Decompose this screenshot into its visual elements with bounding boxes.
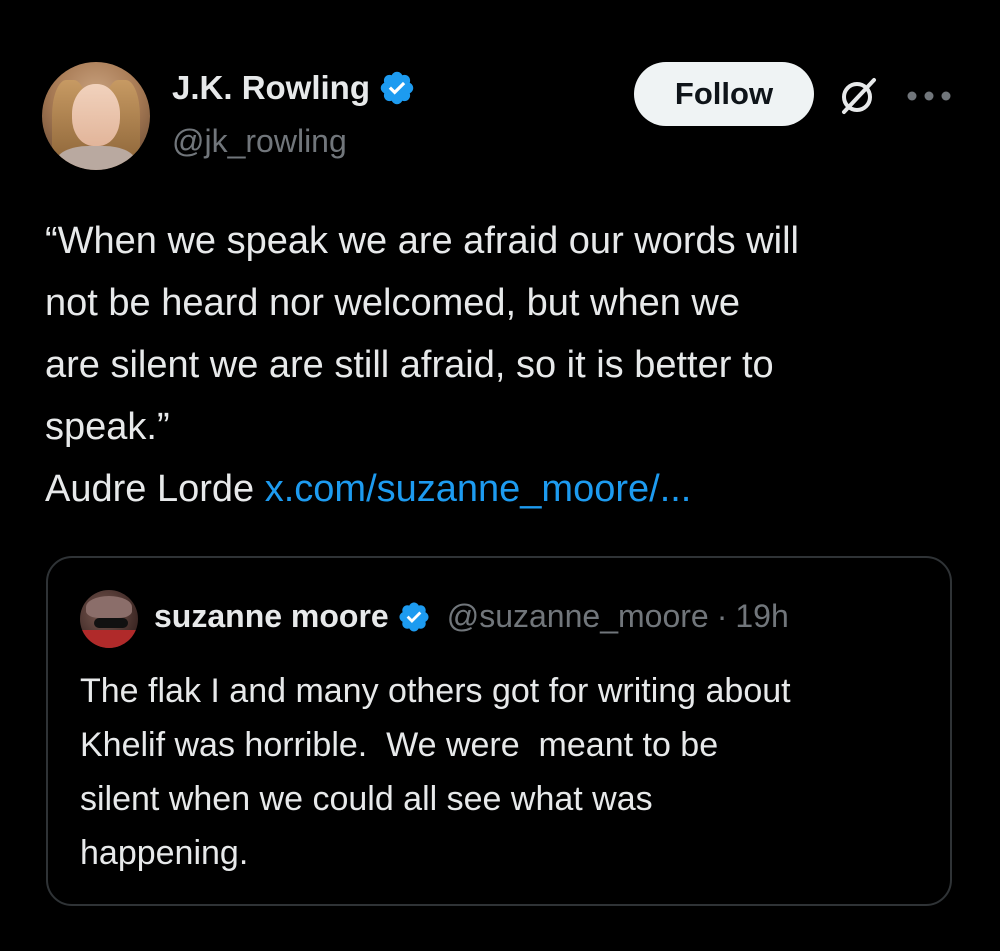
quoted-header: suzanne moore @suzanne_moore · 19h (154, 598, 789, 635)
tweet-line: not be heard nor welcomed, but when we (45, 282, 740, 324)
verified-badge-icon (399, 601, 429, 632)
author-avatar[interactable] (42, 62, 150, 170)
more-options-icon[interactable] (906, 90, 952, 102)
quoted-tweet-card[interactable]: suzanne moore @suzanne_moore · 19h The f… (46, 556, 952, 906)
quoted-line: happening. (80, 834, 249, 872)
quoted-line: The flak I and many others got for writi… (80, 672, 791, 710)
quoted-separator: · (716, 598, 728, 634)
tweet-attribution: Audre Lorde (45, 468, 265, 510)
tweet-line: speak.” (45, 406, 170, 448)
quoted-timestamp: 19h (735, 598, 789, 634)
quoted-tweet-text: The flak I and many others got for writi… (80, 664, 930, 880)
avatar-face (72, 84, 120, 146)
follow-button[interactable]: Follow (634, 62, 814, 126)
avatar-hat (86, 596, 132, 618)
avatar-glasses (94, 618, 128, 628)
verified-badge-icon[interactable] (378, 69, 416, 107)
quoted-handle: @suzanne_moore (446, 598, 709, 634)
author-name-row: J.K. Rowling (172, 68, 416, 108)
tweet-line: “When we speak we are afraid our words w… (45, 220, 799, 262)
grok-icon[interactable] (836, 74, 880, 118)
tweet-line: are silent we are still afraid, so it is… (45, 344, 774, 386)
quoted-line: Khelif was horrible. We were meant to be (80, 726, 719, 764)
tweet-text: “When we speak we are afraid our words w… (45, 210, 965, 520)
avatar-scarf (80, 630, 138, 648)
quoted-author-avatar[interactable] (80, 590, 138, 648)
tweet-attribution-line: Audre Lorde x.com/suzanne_moore/... (45, 458, 965, 520)
author-display-name[interactable]: J.K. Rowling (172, 68, 370, 108)
avatar-shirt (56, 146, 136, 170)
author-handle[interactable]: @jk_rowling (172, 121, 347, 161)
tweet-link[interactable]: x.com/suzanne_moore/... (265, 468, 692, 510)
quoted-line: silent when we could all see what was (80, 780, 653, 818)
quoted-display-name: suzanne moore (154, 598, 389, 634)
